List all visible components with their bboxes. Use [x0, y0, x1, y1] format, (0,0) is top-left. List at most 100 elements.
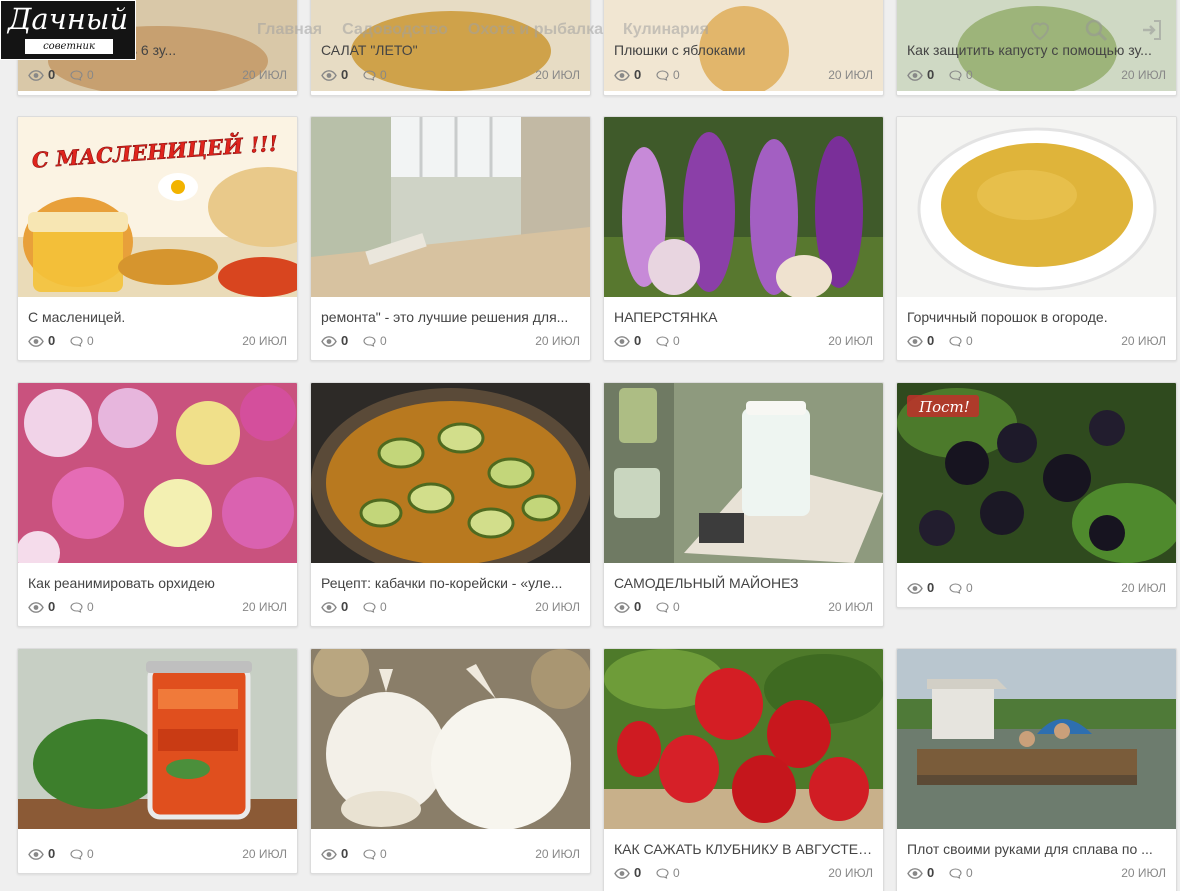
comments-counter[interactable]: 0	[949, 865, 973, 881]
article-title[interactable]: С масленицей.	[28, 308, 287, 326]
nav-item-hunting-fishing[interactable]: Охота и рыбалка	[468, 19, 603, 41]
article-card[interactable]: ремонта" - это лучшие решения для... 0 0…	[310, 116, 591, 361]
article-card[interactable]: САМОДЕЛЬНЫЙ МАЙОНЕЗ 0 0 20 ИЮЛ	[603, 382, 884, 627]
comments-counter[interactable]: 0	[70, 67, 94, 83]
comments-counter[interactable]: 0	[656, 599, 680, 615]
article-date: 20 ИЮЛ	[1121, 68, 1166, 82]
heart-icon[interactable]	[1028, 18, 1052, 42]
article-date: 20 ИЮЛ	[1121, 581, 1166, 595]
eye-icon	[321, 335, 337, 347]
article-card[interactable]: Горчичный порошок в огороде. 0 0 20 ИЮЛ	[896, 116, 1177, 361]
comments-counter[interactable]: 0	[949, 67, 973, 83]
logo-subtitle: советник	[25, 39, 113, 54]
comments-counter[interactable]: 0	[363, 67, 387, 83]
comments-counter[interactable]: 0	[70, 846, 94, 862]
article-card[interactable]: Пост! 0 0 20 ИЮЛ	[896, 382, 1177, 608]
article-title[interactable]: Рецепт: кабачки по-корейски - «уле...	[321, 574, 580, 592]
article-card[interactable]: Рецепт: кабачки по-корейски - «уле... 0 …	[310, 382, 591, 627]
comments-counter[interactable]: 0	[363, 333, 387, 349]
article-meta: 0 0 20 ИЮЛ	[907, 580, 1166, 596]
comment-icon	[949, 335, 962, 347]
article-date: 20 ИЮЛ	[828, 334, 873, 348]
eye-icon	[321, 848, 337, 860]
article-thumbnail[interactable]	[311, 383, 590, 563]
comment-icon	[949, 582, 962, 594]
views-counter: 0	[907, 67, 934, 83]
comment-icon	[656, 867, 669, 879]
comments-counter[interactable]: 0	[363, 846, 387, 862]
comments-counter[interactable]: 0	[656, 67, 680, 83]
article-meta: 0 0 20 ИЮЛ	[614, 333, 873, 349]
comments-counter[interactable]: 0	[656, 865, 680, 881]
article-thumbnail[interactable]	[897, 117, 1176, 297]
eye-icon	[28, 848, 44, 860]
article-thumbnail[interactable]	[18, 383, 297, 563]
article-meta: 0 0 20 ИЮЛ	[614, 865, 873, 881]
eye-icon	[907, 582, 923, 594]
article-meta: 0 0 20 ИЮЛ	[28, 846, 287, 862]
views-counter: 0	[28, 846, 55, 862]
views-counter: 0	[614, 333, 641, 349]
comments-counter[interactable]: 0	[363, 599, 387, 615]
article-thumbnail[interactable]	[311, 649, 590, 829]
comments-counter[interactable]: 0	[70, 599, 94, 615]
article-title[interactable]: Как реанимировать орхидею	[28, 574, 287, 592]
login-icon[interactable]	[1140, 18, 1164, 42]
article-meta: 0 0 20 ИЮЛ	[28, 67, 287, 83]
comment-icon	[363, 335, 376, 347]
comment-icon	[70, 69, 83, 81]
article-title[interactable]: Плот своими руками для сплава по ...	[907, 840, 1166, 858]
comments-counter[interactable]: 0	[70, 333, 94, 349]
article-date: 20 ИЮЛ	[242, 68, 287, 82]
comment-icon	[949, 69, 962, 81]
article-title[interactable]: Горчичный порошок в огороде.	[907, 308, 1166, 326]
views-counter: 0	[321, 846, 348, 862]
article-title[interactable]: САМОДЕЛЬНЫЙ МАЙОНЕЗ	[614, 574, 873, 592]
article-thumbnail[interactable]: Пост!	[897, 383, 1176, 563]
top-navbar: Дачный советник Главная Садоводство Охот…	[0, 0, 1180, 60]
article-thumbnail[interactable]	[18, 649, 297, 829]
article-title[interactable]: КАК САЖАТЬ КЛУБНИКУ В АВГУСТЕ, ...	[614, 840, 873, 858]
views-counter: 0	[907, 333, 934, 349]
comments-counter[interactable]: 0	[949, 580, 973, 596]
article-card[interactable]: 0 0 20 ИЮЛ	[310, 648, 591, 874]
comments-counter[interactable]: 0	[949, 333, 973, 349]
article-date: 20 ИЮЛ	[242, 847, 287, 861]
article-thumbnail[interactable]	[604, 383, 883, 563]
eye-icon	[28, 335, 44, 347]
eye-icon	[321, 69, 337, 81]
article-thumbnail[interactable]	[604, 649, 883, 829]
article-thumbnail[interactable]	[311, 117, 590, 297]
article-thumbnail[interactable]	[897, 649, 1176, 829]
eye-icon	[614, 69, 630, 81]
nav-item-gardening[interactable]: Садоводство	[342, 19, 448, 41]
article-card[interactable]: С МАСЛЕНИЦЕЙ !!! С масленицей. 0 0 20 ИЮ…	[17, 116, 298, 361]
eye-icon	[28, 601, 44, 613]
site-logo[interactable]: Дачный советник	[0, 0, 136, 60]
article-meta: 0 0 20 ИЮЛ	[28, 599, 287, 615]
eye-icon	[614, 601, 630, 613]
article-card[interactable]: 0 0 20 ИЮЛ	[17, 648, 298, 874]
article-card[interactable]: НАПЕРСТЯНКА 0 0 20 ИЮЛ	[603, 116, 884, 361]
comment-icon	[656, 335, 669, 347]
article-card[interactable]: КАК САЖАТЬ КЛУБНИКУ В АВГУСТЕ, ... 0 0 2…	[603, 648, 884, 891]
comments-counter[interactable]: 0	[656, 333, 680, 349]
article-date: 20 ИЮЛ	[1121, 334, 1166, 348]
article-date: 20 ИЮЛ	[828, 866, 873, 880]
nav-item-home[interactable]: Главная	[257, 19, 322, 41]
article-card[interactable]: Как реанимировать орхидею 0 0 20 ИЮЛ	[17, 382, 298, 627]
article-thumbnail[interactable]: С МАСЛЕНИЦЕЙ !!!	[18, 117, 297, 297]
article-date: 20 ИЮЛ	[1121, 866, 1166, 880]
nav-item-cooking[interactable]: Кулинария	[623, 19, 709, 41]
search-icon[interactable]	[1084, 18, 1108, 42]
article-grid: ...одимо съедать 6 зу... 0 0 20 ИЮЛ САЛА…	[0, 0, 1180, 891]
article-card[interactable]: Плот своими руками для сплава по ... 0 0…	[896, 648, 1177, 891]
article-thumbnail[interactable]	[604, 117, 883, 297]
views-counter: 0	[907, 580, 934, 596]
article-title[interactable]: НАПЕРСТЯНКА	[614, 308, 873, 326]
stamp-text: Пост!	[918, 398, 970, 416]
views-counter: 0	[28, 599, 55, 615]
eye-icon	[907, 69, 923, 81]
article-title[interactable]: ремонта" - это лучшие решения для...	[321, 308, 580, 326]
comment-icon	[70, 335, 83, 347]
